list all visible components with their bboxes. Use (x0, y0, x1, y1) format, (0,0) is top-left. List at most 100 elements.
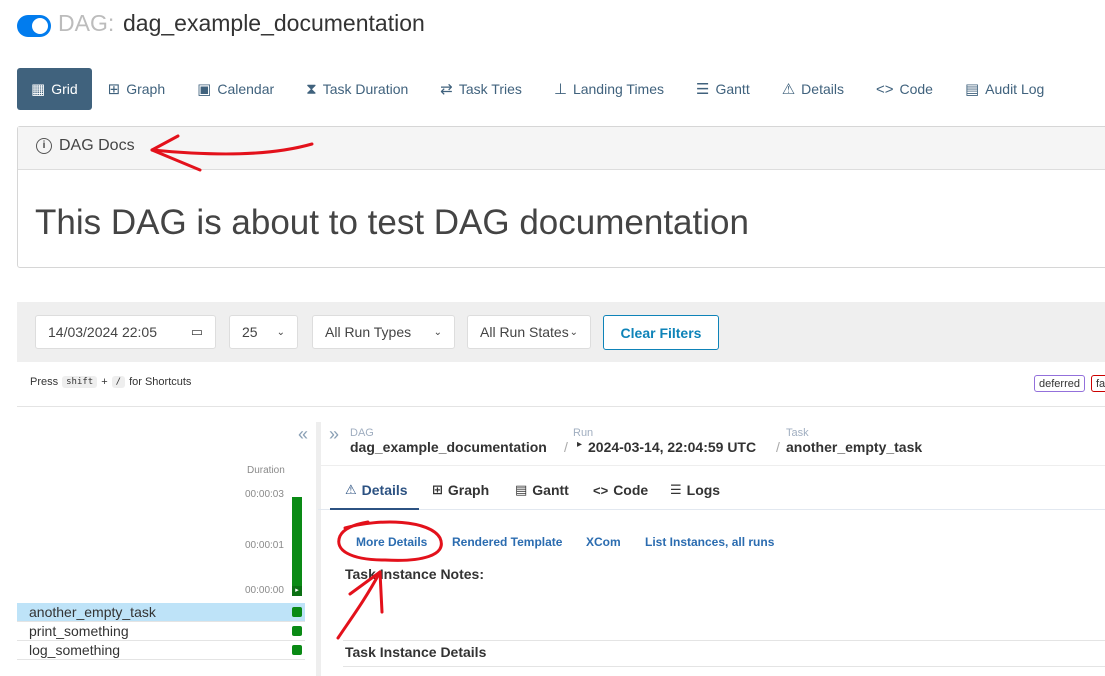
shortcut-key-shift: shift (62, 376, 98, 388)
dag-docs-header[interactable]: i DAG Docs (18, 127, 1105, 170)
breadcrumb-task-label: Task (786, 427, 809, 439)
run-type-select[interactable]: All Run Types ⌄ (312, 315, 455, 349)
code-icon: <> (593, 482, 609, 498)
nav-label: Code (899, 81, 933, 97)
clear-filters-button[interactable]: Clear Filters (603, 315, 719, 350)
divider (318, 465, 1105, 466)
tab-graph[interactable]: ⊞ Graph (432, 482, 489, 498)
list-instances-link[interactable]: List Instances, all runs (645, 535, 774, 549)
warning-icon: ⚠ (781, 81, 796, 98)
tab-label: Code (613, 482, 649, 498)
base-date-input[interactable]: 14/03/2024 22:05 ▭ (35, 315, 216, 349)
nav-landing-times[interactable]: ⊥ Landing Times (538, 68, 680, 110)
breadcrumb-run-label: Run (573, 427, 594, 439)
panel-resize-handle[interactable] (316, 422, 321, 676)
nav-graph[interactable]: ⊞ Graph (92, 68, 182, 110)
task-row[interactable]: log_something (17, 641, 305, 660)
task-instance-square[interactable] (292, 607, 302, 617)
xcom-link[interactable]: XCom (586, 535, 621, 549)
chevron-down-icon: ⌄ (433, 326, 442, 338)
nav-gantt[interactable]: ☰ Gantt (680, 68, 766, 110)
task-row[interactable]: another_empty_task (17, 603, 305, 622)
nav-task-tries[interactable]: ⇄ Task Tries (424, 68, 538, 110)
shortcut-suffix: for Shortcuts (129, 376, 192, 388)
tab-details[interactable]: ⚠ Details (345, 482, 408, 498)
dag-docs-title: DAG Docs (59, 137, 135, 154)
duration-label: Duration (247, 465, 285, 476)
breadcrumb-run[interactable]: 2024-03-14, 22:04:59 UTC (588, 439, 756, 455)
task-row[interactable]: print_something (17, 622, 305, 641)
divider (343, 640, 1105, 641)
duration-tick: 00:00:03 (245, 489, 284, 500)
nav-label: Audit Log (985, 81, 1045, 97)
legend-deferred[interactable]: deferred (1034, 375, 1085, 392)
tab-label: Graph (447, 482, 490, 498)
graph-icon: ⊞ (432, 482, 443, 497)
num-runs-select[interactable]: 25 ⌄ (229, 315, 298, 349)
divider (17, 406, 1105, 407)
task-instance-square[interactable] (292, 645, 302, 655)
tab-label: Gantt (532, 482, 569, 498)
nav-label: Calendar (217, 81, 275, 97)
nav-label: Details (801, 81, 844, 97)
tab-code[interactable]: <> Code (593, 482, 648, 498)
nav-task-duration[interactable]: ⧗ Task Duration (290, 68, 424, 110)
calendar-icon: ▭ (190, 324, 203, 339)
plane-icon: ⊥ (553, 81, 567, 98)
num-runs-value: 25 (242, 324, 258, 340)
task-instance-notes-title: Task Instance Notes: (345, 566, 485, 582)
repeat-icon: ⇄ (440, 81, 453, 98)
breadcrumb-dag-label: DAG (350, 427, 374, 439)
nav-label: Task Tries (458, 81, 522, 97)
nav-label: Gantt (715, 81, 750, 97)
breadcrumb-separator: / (776, 439, 780, 455)
shortcut-hint: Press shift + / for Shortcuts (30, 376, 191, 388)
nav-details[interactable]: ⚠ Details (766, 68, 860, 110)
breadcrumb-task[interactable]: another_empty_task (786, 439, 922, 455)
dag-docs-toggle[interactable]: i DAG Docs (36, 137, 135, 155)
chevron-down-icon: ⌄ (276, 326, 285, 338)
list-icon: ☰ (670, 482, 682, 497)
play-icon: ▸ (577, 439, 583, 450)
view-nav: ▦ Grid ⊞ Graph ▣ Calendar ⧗ Task Duration ⇄ T… (17, 68, 1060, 110)
play-icon: ▸ (292, 586, 302, 596)
nav-calendar[interactable]: ▣ Calendar (181, 68, 290, 110)
task-instance-details-title: Task Instance Details (345, 644, 487, 660)
legend-failed[interactable]: fa (1091, 375, 1105, 392)
breadcrumb-separator: / (564, 439, 568, 455)
gantt-icon: ☰ (696, 81, 710, 98)
task-instance-square[interactable] (292, 626, 302, 636)
shortcut-plus: + (101, 376, 108, 388)
tab-gantt[interactable]: ▤ Gantt (515, 482, 569, 498)
run-state-select[interactable]: All Run States ⌄ (467, 315, 591, 349)
more-details-link[interactable]: More Details (356, 535, 427, 549)
dag-docs-body: This DAG is about to test DAG documentat… (35, 203, 749, 242)
rendered-template-link[interactable]: Rendered Template (452, 535, 562, 549)
dag-pause-toggle[interactable] (17, 15, 51, 37)
expand-details-icon[interactable]: » (329, 424, 339, 445)
warning-icon: ⚠ (345, 482, 357, 497)
base-date-value: 14/03/2024 22:05 (48, 324, 157, 340)
tabs-divider (318, 509, 1105, 510)
breadcrumb-dag[interactable]: dag_example_documentation (350, 439, 547, 455)
nav-label: Task Duration (322, 81, 409, 97)
nav-audit-log[interactable]: ▤ Audit Log (949, 68, 1060, 110)
task-name: log_something (29, 642, 121, 658)
calendar-icon: ▣ (197, 81, 212, 98)
nav-grid[interactable]: ▦ Grid (17, 68, 92, 110)
shortcut-press: Press (30, 376, 59, 388)
file-search-icon: ▤ (964, 81, 980, 98)
duration-tick: 00:00:00 (245, 585, 284, 596)
tab-logs[interactable]: ☰ Logs (670, 482, 720, 498)
task-name: another_empty_task (29, 604, 156, 620)
dag-prefix: DAG: (58, 10, 115, 36)
chevron-down-icon: ⌄ (569, 326, 578, 338)
run-duration-bar[interactable] (292, 497, 302, 596)
duration-tick: 00:00:01 (245, 540, 284, 551)
code-icon: <> (875, 80, 894, 98)
filter-bar: 14/03/2024 22:05 ▭ 25 ⌄ All Run Types ⌄ … (17, 302, 1105, 362)
divider (343, 666, 1105, 667)
collapse-grid-icon[interactable]: « (298, 424, 308, 445)
nav-code[interactable]: <> Code (860, 68, 949, 110)
graph-icon: ⊞ (107, 81, 121, 98)
